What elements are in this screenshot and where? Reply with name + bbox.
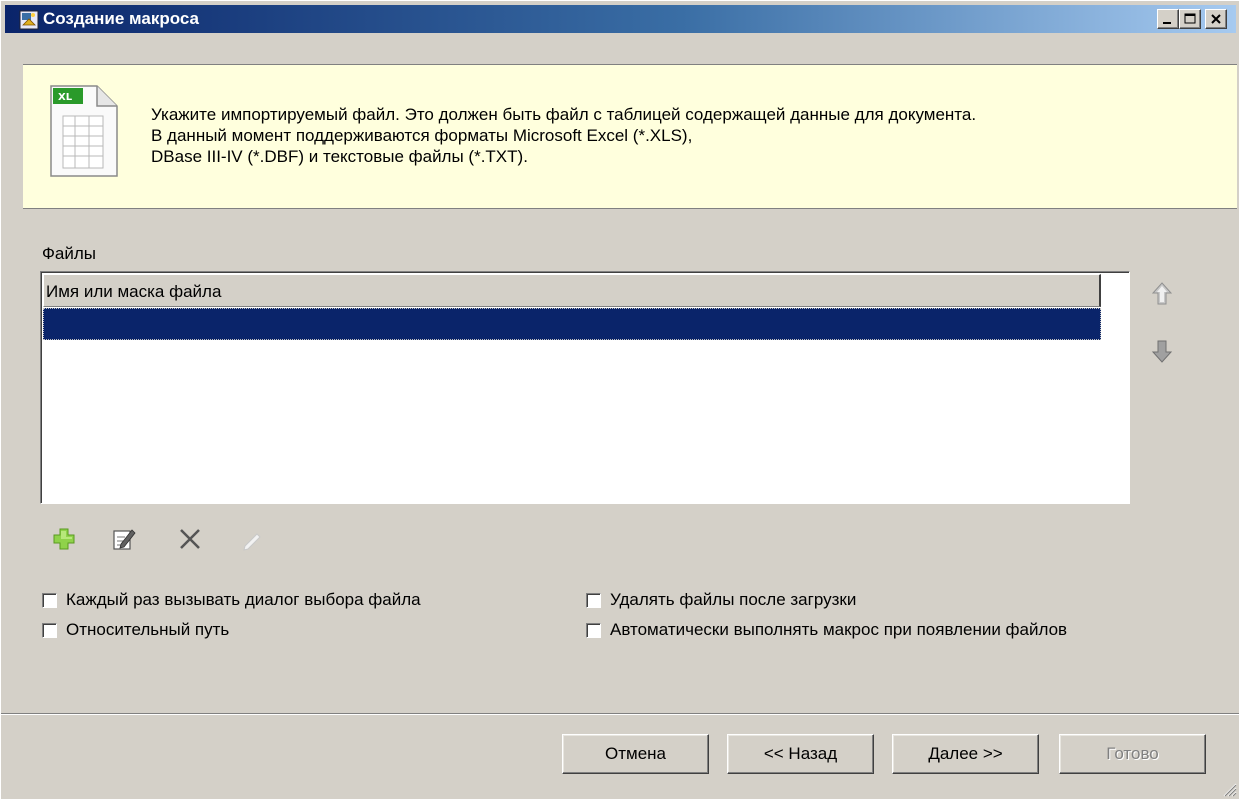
instruction-line-3: DBase III-IV (*.DBF) и текстовые файлы (… [151, 147, 528, 166]
svg-text:XL: XL [58, 92, 73, 103]
title-bar[interactable]: Создание макроса [5, 5, 1236, 33]
clear-icon[interactable] [239, 526, 265, 552]
minimize-icon [1163, 22, 1171, 24]
footer-separator [1, 713, 1239, 715]
move-up-icon[interactable] [1151, 281, 1173, 307]
relative-path-checkbox[interactable] [42, 623, 57, 638]
back-button[interactable]: << Назад [727, 734, 874, 774]
delete-icon[interactable] [177, 526, 203, 552]
auto-run-label[interactable]: Автоматически выполнять макрос при появл… [610, 620, 1067, 640]
column-header-filename[interactable]: Имя или маска файла [43, 274, 1101, 307]
move-down-icon[interactable] [1151, 338, 1173, 364]
macro-wizard-window: Создание макроса XL Укажите импортируемы… [0, 0, 1239, 799]
files-label: Файлы [42, 244, 97, 263]
cancel-button[interactable]: Отмена [562, 734, 709, 774]
finish-button[interactable]: Готово [1059, 734, 1206, 774]
window-title: Создание макроса [43, 9, 200, 28]
delete-after-load-label[interactable]: Удалять файлы после загрузки [610, 590, 856, 610]
each-time-dialog-label[interactable]: Каждый раз вызывать диалог выбора файла [66, 590, 421, 610]
spreadsheet-file-icon: XL [50, 85, 118, 177]
relative-path-label[interactable]: Относительный путь [66, 620, 229, 640]
table-row[interactable] [43, 308, 1101, 340]
minimize-button[interactable] [1157, 9, 1179, 29]
close-button[interactable] [1205, 9, 1227, 29]
files-list[interactable]: Имя или маска файла [40, 271, 1130, 504]
macro-wizard-icon [19, 10, 39, 30]
resize-grip-icon[interactable] [1221, 781, 1237, 797]
instruction-text: Укажите импортируемый файл. Это должен б… [151, 104, 976, 167]
add-icon[interactable] [51, 526, 77, 552]
next-button[interactable]: Далее >> [892, 734, 1039, 774]
edit-icon[interactable] [111, 526, 137, 552]
close-icon [1211, 14, 1221, 24]
instruction-line-2: В данный момент поддерживаются форматы M… [151, 126, 693, 145]
auto-run-checkbox[interactable] [586, 623, 601, 638]
maximize-icon [1184, 13, 1196, 24]
maximize-button[interactable] [1179, 9, 1201, 29]
delete-after-load-checkbox[interactable] [586, 593, 601, 608]
instruction-banner: XL Укажите импортируемый файл. Это долже… [23, 64, 1237, 209]
each-time-dialog-checkbox[interactable] [42, 593, 57, 608]
instruction-line-1: Укажите импортируемый файл. Это должен б… [151, 105, 977, 124]
